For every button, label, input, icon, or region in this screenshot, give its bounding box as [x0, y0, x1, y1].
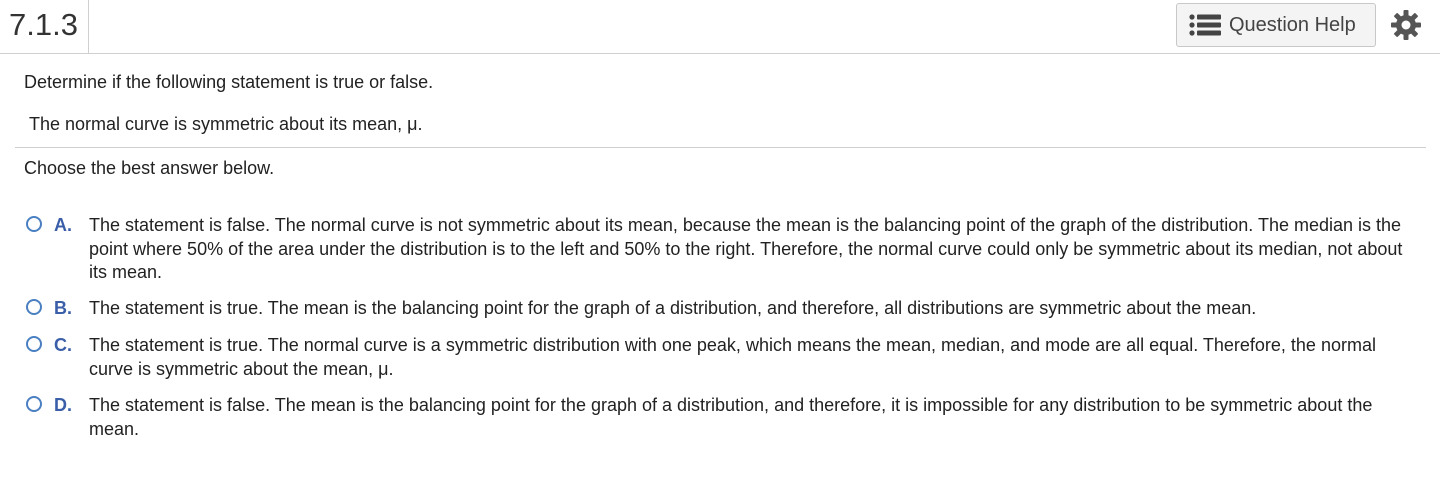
question-number: 7.1.3 — [0, 0, 89, 53]
radio-button-c[interactable] — [26, 336, 42, 352]
option-b[interactable]: B. The statement is true. The mean is th… — [24, 297, 1404, 321]
option-c[interactable]: C. The statement is true. The normal cur… — [24, 334, 1404, 381]
option-text-a: The statement is false. The normal curve… — [89, 215, 1403, 282]
radio-button-a[interactable] — [26, 216, 42, 232]
option-letter-a: A. — [54, 215, 72, 235]
list-icon — [1189, 14, 1221, 36]
option-text-d: The statement is false. The mean is the … — [89, 395, 1373, 439]
radio-button-d[interactable] — [26, 396, 42, 412]
radio-button-b[interactable] — [26, 299, 42, 315]
question-statement: The normal curve is symmetric about its … — [29, 114, 423, 134]
option-letter-d: D. — [54, 395, 72, 415]
option-text-c: The statement is true. The normal curve … — [89, 335, 1376, 379]
option-letter-c: C. — [54, 335, 72, 355]
question-help-label: Question Help — [1229, 13, 1356, 36]
answer-instruction: Choose the best answer below. — [24, 158, 275, 178]
option-letter-b: B. — [54, 298, 72, 318]
question-help-button[interactable]: Question Help — [1176, 3, 1376, 47]
question-prompt: Determine if the following statement is … — [24, 72, 434, 92]
option-d[interactable]: D. The statement is false. The mean is t… — [24, 394, 1404, 441]
option-text-b: The statement is true. The mean is the b… — [89, 298, 1257, 318]
option-a[interactable]: A. The statement is false. The normal cu… — [24, 214, 1404, 285]
divider — [15, 147, 1426, 148]
gear-icon[interactable] — [1390, 9, 1422, 41]
header-bar: 7.1.3 Question Help — [0, 0, 1440, 54]
